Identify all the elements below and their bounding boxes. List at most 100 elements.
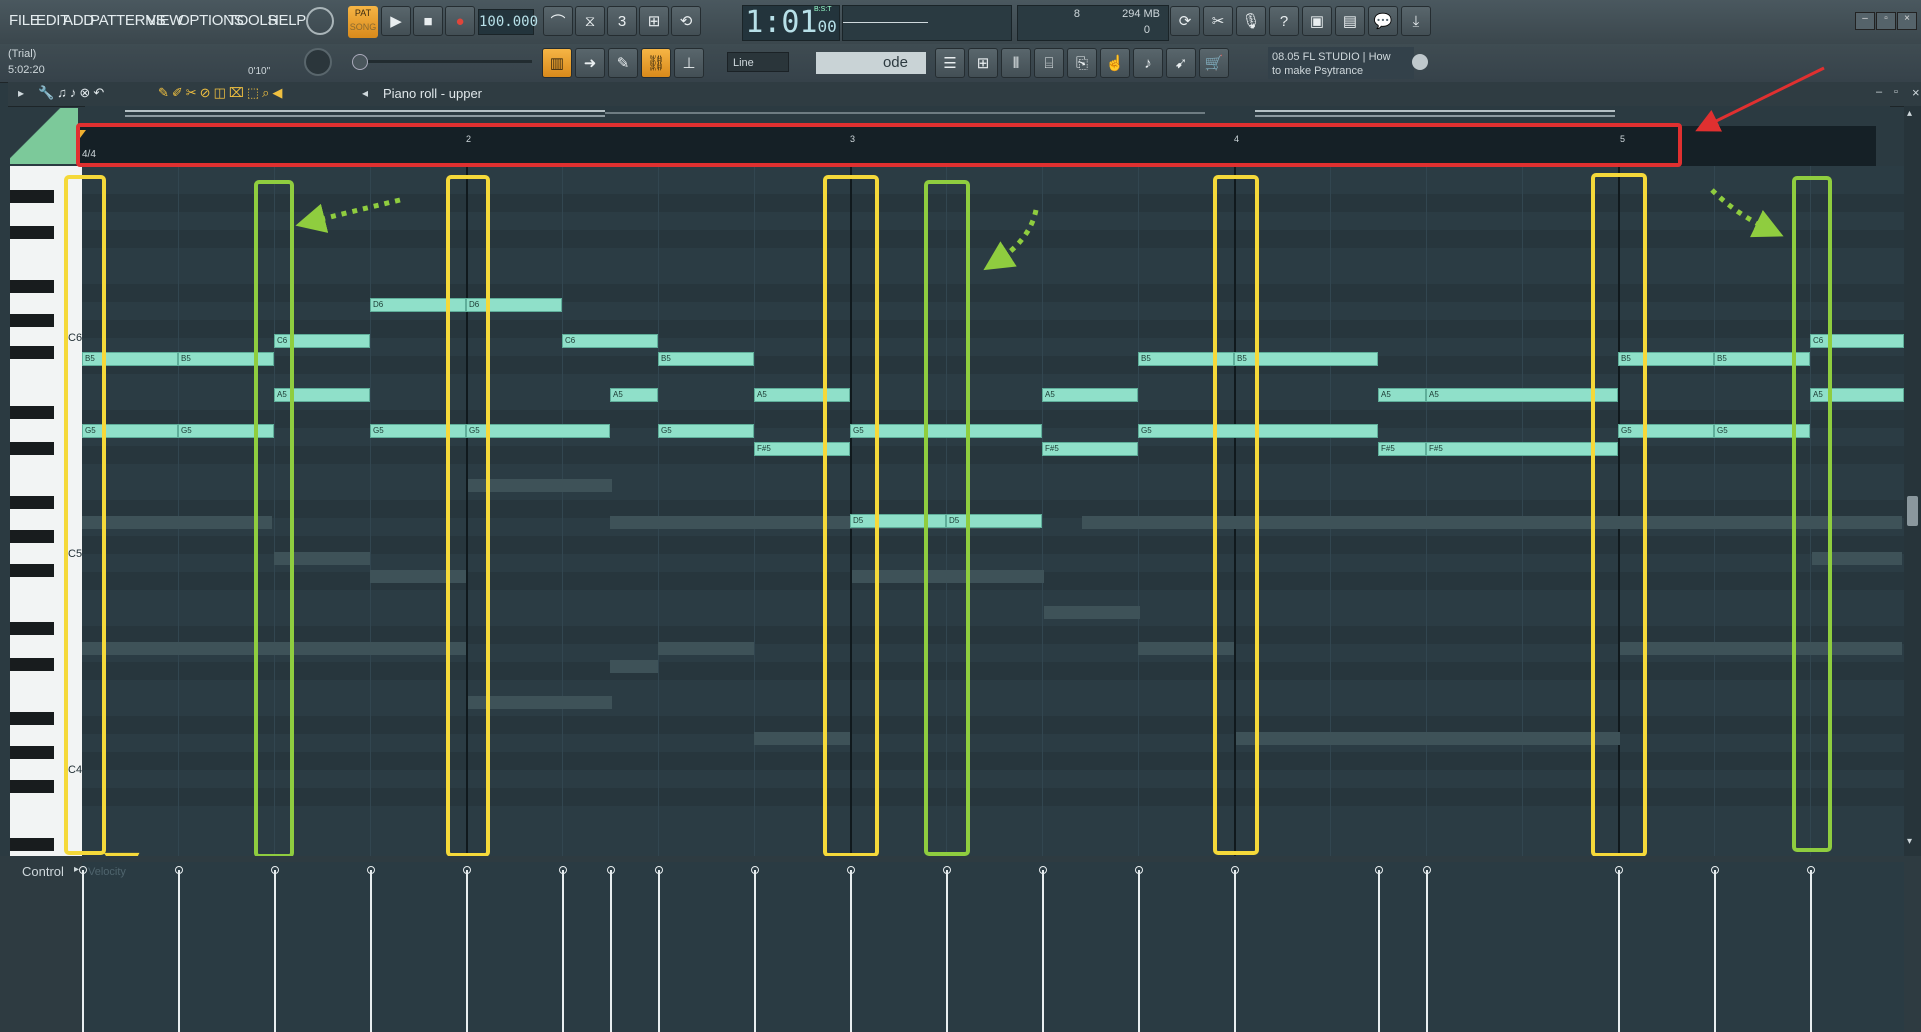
master-pitch-knob[interactable] [304, 48, 332, 76]
globe-icon[interactable] [1412, 54, 1428, 70]
velocity-bar[interactable] [943, 866, 951, 1032]
black-key[interactable] [10, 190, 54, 203]
draw-tool-button[interactable]: ✎ [608, 48, 638, 78]
velocity-bar[interactable] [1375, 866, 1383, 1032]
velocity-bar[interactable] [1423, 866, 1431, 1032]
undo-history-button[interactable]: ⟳ [1170, 6, 1200, 36]
menu-file[interactable]: FILE [9, 12, 40, 29]
black-key[interactable] [10, 712, 54, 725]
velocity-bar[interactable] [1135, 866, 1143, 1032]
pr-close-icon[interactable]: × [1912, 85, 1920, 100]
velocity-bar[interactable] [559, 866, 567, 1032]
wait-input-button[interactable]: ⧖ [575, 6, 605, 36]
save-button[interactable]: ▣ [1302, 6, 1332, 36]
note[interactable]: G5 [658, 424, 754, 438]
scroll-down-icon[interactable]: ▾ [1907, 836, 1912, 847]
velocity-bar[interactable] [175, 866, 183, 1032]
velocity-bar[interactable] [847, 866, 855, 1032]
close-button[interactable]: × [1897, 12, 1917, 30]
velocity-grid[interactable]: Velocity [79, 862, 1904, 1032]
chat-button[interactable]: 💬 [1368, 6, 1398, 36]
velocity-bar[interactable] [271, 866, 279, 1032]
position-slider[interactable] [352, 54, 532, 70]
maximize-button[interactable]: ▫ [1876, 12, 1896, 30]
velocity-bar[interactable] [1711, 866, 1719, 1032]
plugin-picker-button[interactable]: ⎘ [1067, 48, 1097, 78]
record-audio-button[interactable]: 🎙 [1236, 6, 1266, 36]
pattern-selector[interactable]: ode [816, 52, 926, 74]
note[interactable]: A5 [1426, 388, 1618, 402]
cut-button[interactable]: ✂ [1203, 6, 1233, 36]
vertical-scrollbar[interactable]: ▴ ▾ [1904, 106, 1921, 856]
pat-song-toggle[interactable]: PAT SONG [348, 6, 378, 38]
play-button[interactable]: ▶ [381, 6, 411, 36]
master-volume-knob[interactable] [306, 7, 334, 35]
black-key[interactable] [10, 530, 54, 543]
control-label[interactable]: Control [22, 864, 64, 879]
channel-rack-button[interactable]: ⊞ [968, 48, 998, 78]
stop-button[interactable]: ■ [413, 6, 443, 36]
note[interactable]: B5 [658, 352, 754, 366]
black-key[interactable] [10, 406, 54, 419]
link-button[interactable]: ⛓ [641, 48, 671, 78]
news-panel[interactable]: 08.05 FL STUDIO | How to make Psytrance [1268, 47, 1414, 79]
piano-roll-button[interactable]: ▥ [542, 48, 572, 78]
tempo-display[interactable]: 100.000 [478, 9, 538, 35]
black-key[interactable] [10, 780, 54, 793]
black-key[interactable] [10, 226, 54, 239]
export-button[interactable]: ▤ [1335, 6, 1365, 36]
black-key[interactable] [10, 496, 54, 509]
black-key[interactable] [10, 346, 54, 359]
scrollbar-thumb[interactable] [1907, 496, 1918, 526]
menu-help[interactable]: HELP [268, 12, 306, 29]
step-edit-button[interactable]: ⊞ [639, 6, 669, 36]
black-key[interactable] [10, 658, 54, 671]
snap-selector[interactable]: Line [727, 52, 789, 72]
note[interactable]: C6 [562, 334, 658, 348]
fx-button[interactable]: ➹ [1166, 48, 1196, 78]
black-key[interactable] [10, 564, 54, 577]
touch-controller-button[interactable]: ☝ [1100, 48, 1130, 78]
menu-arrow-icon[interactable]: ▸ [18, 86, 24, 100]
pr-maximize-icon[interactable]: ▫ [1894, 86, 1898, 98]
note[interactable]: F#5 [1426, 442, 1618, 456]
countdown-button[interactable]: 3 [607, 6, 637, 36]
browser-button[interactable]: ⌸ [1034, 48, 1064, 78]
velocity-bar[interactable] [1039, 866, 1047, 1032]
shop-button[interactable]: 🛒 [1199, 48, 1229, 78]
note[interactable]: F#5 [1378, 442, 1426, 456]
note[interactable]: A5 [610, 388, 658, 402]
velocity-bar[interactable] [367, 866, 375, 1032]
note[interactable]: F#5 [1042, 442, 1138, 456]
black-key[interactable] [10, 280, 54, 293]
playlist-button[interactable]: ☰ [935, 48, 965, 78]
velocity-bar[interactable] [1615, 866, 1623, 1032]
tempo-tapper-button[interactable]: ♪ [1133, 48, 1163, 78]
black-key[interactable] [10, 622, 54, 635]
black-key[interactable] [10, 314, 54, 327]
mixer-button[interactable]: ⫴ [1001, 48, 1031, 78]
velocity-bar[interactable] [751, 866, 759, 1032]
black-key[interactable] [10, 838, 54, 851]
slider-handle[interactable] [352, 54, 368, 70]
velocity-bar[interactable] [655, 866, 663, 1032]
record-button[interactable]: ● [445, 6, 475, 36]
velocity-bar[interactable] [463, 866, 471, 1032]
loop-record-button[interactable]: ⟲ [671, 6, 701, 36]
velocity-bar[interactable] [79, 866, 87, 1032]
minimize-button[interactable]: – [1855, 12, 1875, 30]
arrow-button[interactable]: ➜ [575, 48, 605, 78]
download-button[interactable]: ⤓ [1401, 6, 1431, 36]
note[interactable]: A5 [1042, 388, 1138, 402]
black-key[interactable] [10, 746, 54, 759]
velocity-bar[interactable] [1807, 866, 1815, 1032]
draw-tools-icons[interactable]: ✎✐✂⊘◫⌧⬚⌕◀ [158, 85, 285, 101]
note-overview-strip[interactable] [85, 106, 1890, 124]
scroll-up-icon[interactable]: ▴ [1907, 108, 1912, 119]
velocity-bar[interactable] [1231, 866, 1239, 1032]
black-key[interactable] [10, 442, 54, 455]
metronome-button[interactable]: ⌒ [543, 6, 573, 36]
velocity-bar[interactable] [607, 866, 615, 1032]
piano-roll-title[interactable]: Piano roll - upper [383, 86, 482, 101]
stamp-button[interactable]: ⊥ [674, 48, 704, 78]
